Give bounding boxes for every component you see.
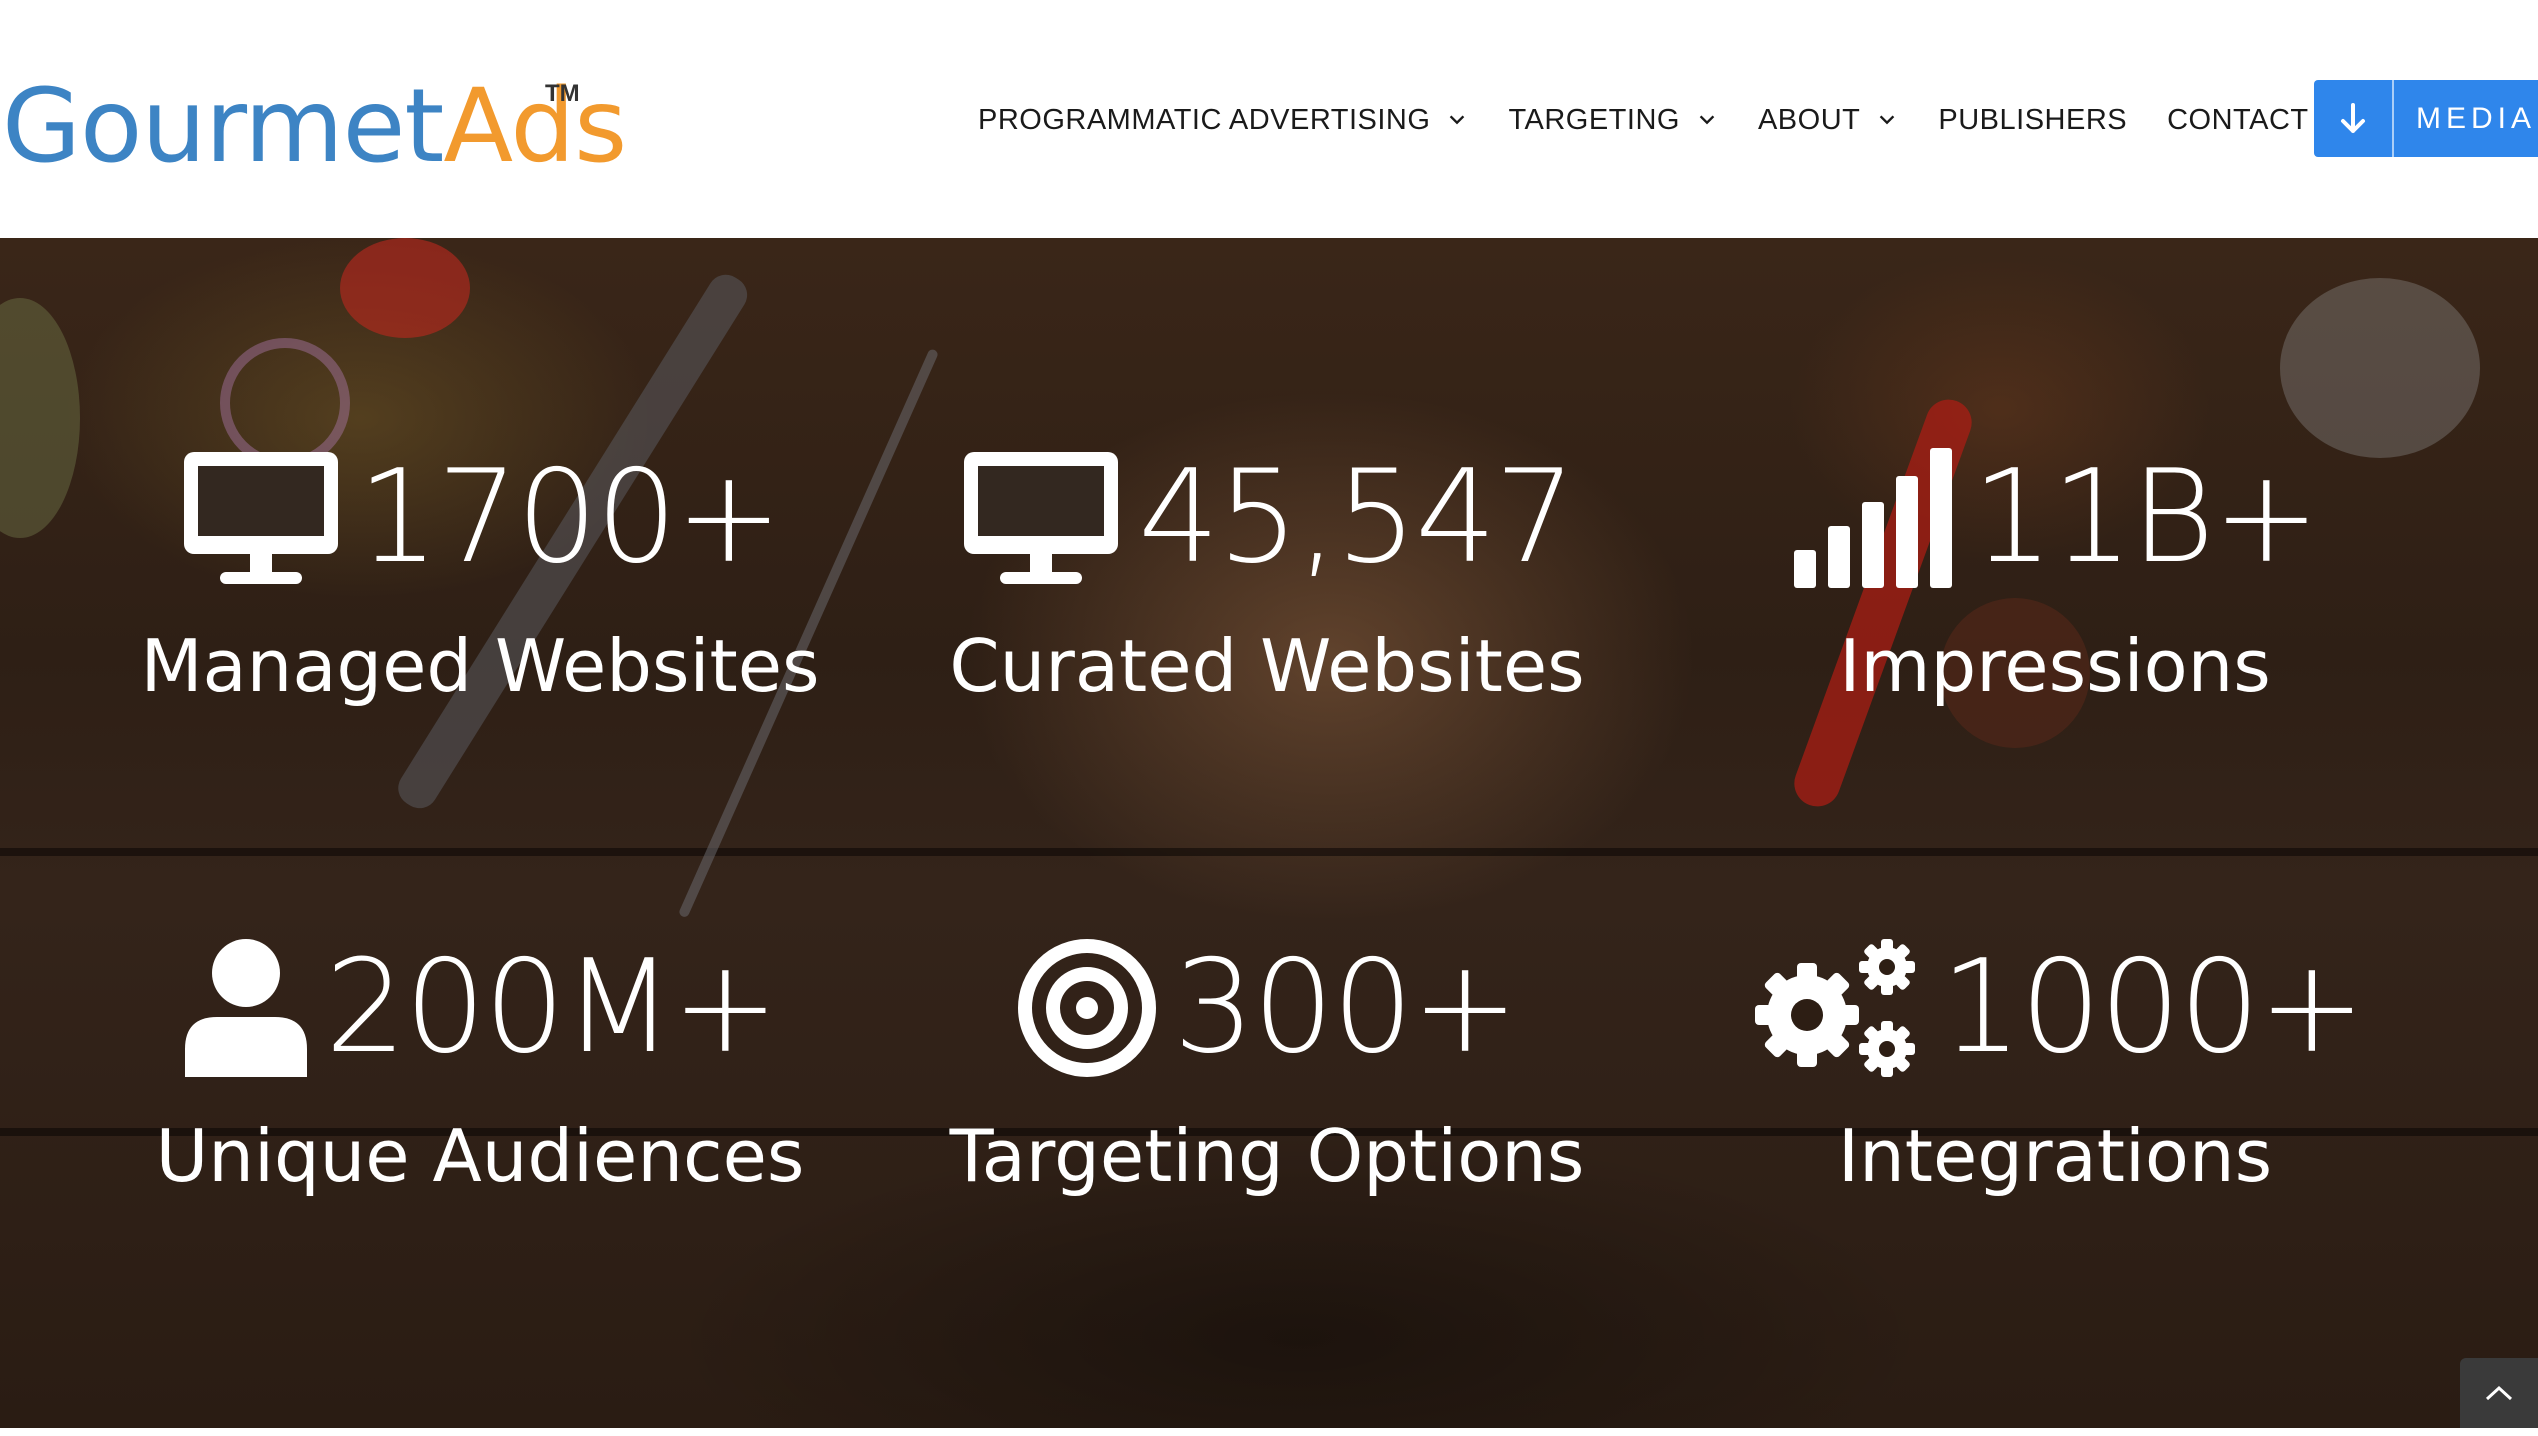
stat-label: Curated Websites [949,624,1585,708]
chevron-down-icon [1450,115,1465,125]
stat-managed-websites: 1700+ Managed Websites [80,438,880,714]
chevron-down-icon [1880,115,1895,125]
stat-targeting-options: 300+ Targeting Options [867,928,1667,1204]
nav-item-targeting[interactable]: TARGETING [1508,104,1718,137]
chevron-down-icon [1699,115,1715,125]
background-tomato [340,238,470,338]
stats-hero-section: 1700+ Managed Websites 45,547 Curated We… [0,238,2538,1428]
nav-item-contact[interactable]: CONTACT [2167,104,2309,137]
nav-item-programmatic-advertising[interactable]: PROGRAMMATIC ADVERTISING [978,104,1468,137]
logo-trademark: TM [545,80,580,107]
nav-item-publishers[interactable]: PUBLISHERS [1938,104,2127,137]
page-bottom-strip [0,1428,2538,1436]
stat-value: 300+ [1173,933,1519,1082]
stat-label: Impressions [1839,624,2271,708]
media-kit-button[interactable]: MEDIA [2314,80,2538,157]
stat-impressions: 11B+ Impressions [1655,438,2455,714]
desktop-icon [183,452,338,584]
target-icon [1018,939,1157,1077]
background-garlic [2280,278,2480,458]
logo-text-gourmet: Gourmet [2,67,444,186]
nav-label: PROGRAMMATIC ADVERTISING [978,103,1431,136]
stat-value: 200M+ [325,933,779,1082]
stat-integrations: 1000+ Integrations [1655,928,2455,1204]
nav-label: ABOUT [1757,103,1861,136]
chevron-up-icon [2485,1385,2513,1401]
signal-bars-icon [1794,448,1953,588]
desktop-icon [964,452,1119,584]
user-icon [185,939,307,1077]
stat-label: Integrations [1837,1114,2273,1198]
arrow-down-icon [2314,80,2394,157]
stat-value: 11B+ [1972,443,2320,592]
nav-label: CONTACT [2167,103,2309,136]
nav-label: PUBLISHERS [1938,103,2128,136]
gourmetads-logo[interactable]: GourmetAds TM [2,62,627,192]
scroll-to-top-button[interactable] [2460,1358,2538,1428]
stat-label: Targeting Options [949,1114,1585,1198]
main-navigation: PROGRAMMATIC ADVERTISING TARGETING ABOUT… [978,98,2309,142]
stat-label: Managed Websites [140,624,820,708]
stat-value: 1700+ [357,443,783,592]
stat-curated-websites: 45,547 Curated Websites [867,438,1667,714]
stat-value: 45,547 [1138,443,1576,592]
site-header: GourmetAds TM PROGRAMMATIC ADVERTISING T… [0,0,2538,238]
stat-unique-audiences: 200M+ Unique Audiences [80,928,880,1204]
nav-label: TARGETING [1508,103,1680,136]
background-asparagus [0,298,80,538]
stat-value: 1000+ [1940,933,2366,1082]
background-plank-line [0,848,2538,856]
gears-icon [1754,939,1915,1077]
logo-text-ads: Ads [443,67,627,186]
stat-label: Unique Audiences [155,1114,805,1198]
media-kit-label: MEDIA [2416,102,2537,135]
nav-item-about[interactable]: ABOUT [1758,104,1898,137]
